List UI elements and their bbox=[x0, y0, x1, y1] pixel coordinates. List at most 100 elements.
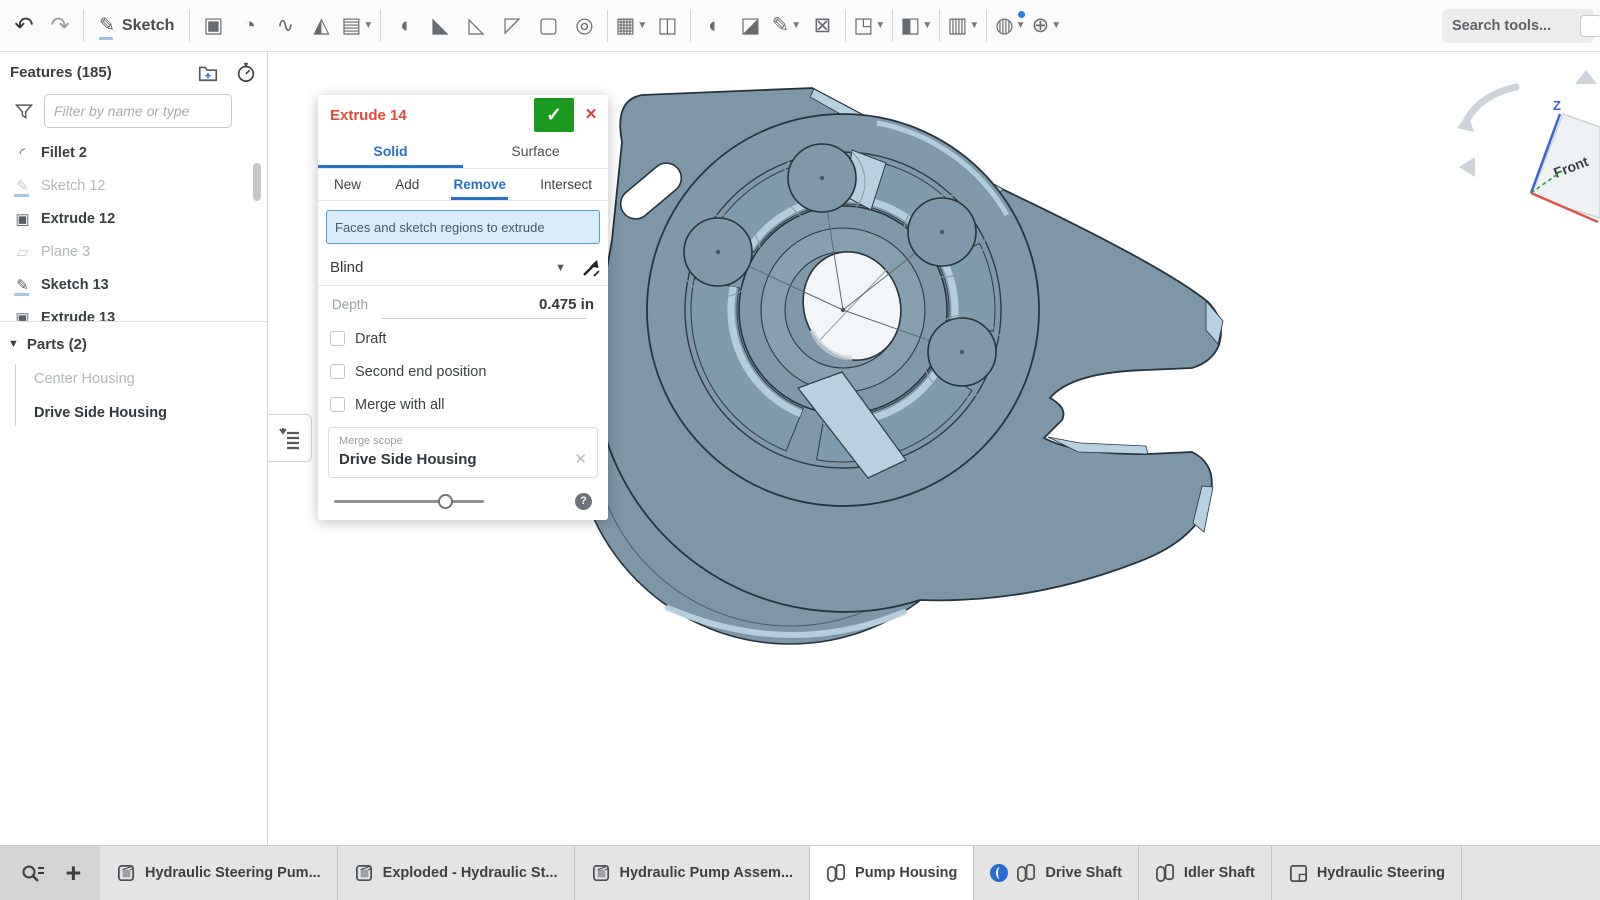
mate-connector-button[interactable]: ⊕▼ bbox=[1028, 6, 1064, 46]
search-shortcut-key bbox=[1580, 15, 1600, 37]
new-tab-button[interactable]: + bbox=[65, 860, 81, 887]
fillet-button[interactable]: ◖ bbox=[386, 6, 422, 46]
document-tab-idler-shaft[interactable]: Idler Shaft bbox=[1139, 846, 1272, 900]
document-tab-hydraulic-pump-assem-[interactable]: Hydraulic Pump Assem... bbox=[575, 846, 811, 900]
draft-button[interactable]: ◺ bbox=[458, 6, 494, 46]
thicken-button[interactable]: ▤▼ bbox=[339, 6, 375, 46]
search-tools-placeholder: Search tools... bbox=[1452, 18, 1551, 34]
feature-item-fillet-2[interactable]: ◜Fillet 2 bbox=[0, 136, 267, 169]
tab-label: Idler Shaft bbox=[1184, 865, 1255, 881]
tab-label: Hydraulic Steering bbox=[1317, 865, 1445, 881]
manage-tabs-icon[interactable] bbox=[19, 859, 47, 887]
split-button[interactable]: ◪ bbox=[732, 6, 768, 46]
add-folder-icon[interactable] bbox=[197, 61, 219, 83]
checkbox-unchecked[interactable] bbox=[330, 364, 345, 379]
tab-label: Hydraulic Pump Assem... bbox=[620, 865, 794, 881]
feature-item-plane-3[interactable]: ▱Plane 3 bbox=[0, 235, 267, 268]
delete-part-button[interactable]: ⊠ bbox=[804, 6, 840, 46]
chevron-down-icon[interactable]: ▼ bbox=[1016, 20, 1026, 31]
checkbox-draft[interactable]: Draft bbox=[318, 322, 608, 355]
part-item-drive-side-housing[interactable]: Drive Side Housing bbox=[34, 396, 267, 430]
chevron-down-icon[interactable]: ▼ bbox=[875, 20, 885, 31]
mode-intersect[interactable]: Intersect bbox=[538, 169, 594, 200]
chevron-down-icon[interactable]: ▼ bbox=[363, 20, 373, 31]
document-tab-drive-shaft[interactable]: Drive Shaft bbox=[974, 846, 1139, 900]
tab-surface[interactable]: Surface bbox=[463, 135, 608, 168]
mode-add[interactable]: Add bbox=[393, 169, 421, 200]
depth-value-input[interactable]: 0.475 in bbox=[539, 296, 594, 313]
rollback-bar-handle[interactable] bbox=[268, 414, 312, 462]
detail-slider[interactable] bbox=[334, 500, 484, 503]
faces-selection-field[interactable]: Faces and sketch regions to extrude bbox=[326, 210, 600, 244]
loft-button[interactable]: ◭ bbox=[303, 6, 339, 46]
document-tab-exploded-hydraulic-st-[interactable]: Exploded - Hydraulic St... bbox=[338, 846, 575, 900]
modify-fillet-button[interactable]: ✎▼ bbox=[768, 6, 804, 46]
shell-icon: ▢ bbox=[538, 15, 558, 36]
mode-remove[interactable]: Remove bbox=[451, 169, 508, 200]
surface-tools-button[interactable]: ◧▼ bbox=[898, 6, 934, 46]
feature-list-scrollbar[interactable] bbox=[253, 158, 261, 318]
chevron-down-icon[interactable]: ▼ bbox=[1051, 20, 1061, 31]
document-tabs-bar: + Hydraulic Steering Pum...Exploded - Hy… bbox=[0, 845, 1600, 900]
feature-item-extrude-12[interactable]: ▣Extrude 12 bbox=[0, 202, 267, 235]
part-item-center-housing[interactable]: Center Housing bbox=[34, 362, 267, 396]
slider-thumb[interactable] bbox=[438, 494, 453, 509]
shell-button[interactable]: ▢ bbox=[530, 6, 566, 46]
checkbox-second-end-position[interactable]: Second end position bbox=[318, 355, 608, 388]
checkbox-unchecked[interactable] bbox=[330, 397, 345, 412]
chamfer-icon: ◣ bbox=[432, 15, 448, 36]
document-tab-hydraulic-steering[interactable]: Hydraulic Steering bbox=[1272, 846, 1462, 900]
search-tools-box[interactable]: Search tools... bbox=[1442, 9, 1594, 43]
drawing-icon bbox=[1288, 863, 1309, 884]
checkbox-merge-with-all[interactable]: Merge with all bbox=[318, 388, 608, 421]
parts-section-header[interactable]: ▼ Parts (2) bbox=[0, 326, 267, 362]
checkbox-unchecked[interactable] bbox=[330, 331, 345, 346]
extrude-button[interactable]: ▣ bbox=[195, 6, 231, 46]
tab-solid[interactable]: Solid bbox=[318, 135, 463, 168]
chevron-down-icon[interactable]: ▼ bbox=[637, 20, 647, 31]
hole-button[interactable]: ◎ bbox=[566, 6, 602, 46]
cancel-button[interactable]: × bbox=[574, 98, 608, 132]
insert-derived-button[interactable]: ◍▼ bbox=[992, 6, 1028, 46]
tab-label: Pump Housing bbox=[855, 865, 957, 881]
feature-item-extrude-13[interactable]: ▣Extrude 13 bbox=[0, 301, 267, 322]
assembly-icon bbox=[116, 863, 137, 884]
confirm-button[interactable]: ✓ bbox=[534, 98, 574, 132]
filter-input[interactable] bbox=[44, 94, 232, 128]
pan-left-arrow-icon[interactable] bbox=[1459, 157, 1475, 177]
remove-merge-scope-icon[interactable]: ✕ bbox=[574, 450, 587, 468]
move-face-button[interactable]: ◳▼ bbox=[851, 6, 887, 46]
help-icon[interactable]: ? bbox=[575, 493, 592, 510]
chevron-down-icon[interactable]: ▼ bbox=[922, 20, 932, 31]
redo-button[interactable]: ↷ bbox=[42, 6, 78, 46]
pan-up-arrow-icon[interactable] bbox=[1575, 70, 1597, 84]
chamfer-button[interactable]: ◣ bbox=[422, 6, 458, 46]
sheet-metal-button[interactable]: ▥▼ bbox=[945, 6, 981, 46]
revolve-button[interactable]: ◔ bbox=[231, 6, 267, 46]
document-tab-pump-housing[interactable]: Pump Housing bbox=[810, 846, 974, 900]
boolean-button[interactable]: ◐ bbox=[696, 6, 732, 46]
end-condition-dropdown[interactable]: Blind ▼ bbox=[318, 250, 608, 286]
undo-button[interactable]: ↶ bbox=[6, 6, 42, 46]
document-tab-hydraulic-steering-pum-[interactable]: Hydraulic Steering Pum... bbox=[100, 846, 338, 900]
rotate-arrow-icon[interactable] bbox=[1466, 87, 1516, 122]
feature-item-sketch-12[interactable]: ✎Sketch 12 bbox=[0, 169, 267, 202]
filter-icon[interactable] bbox=[14, 101, 34, 121]
sweep-button[interactable]: ∿ bbox=[267, 6, 303, 46]
view-cube[interactable]: Front Z bbox=[1457, 70, 1600, 222]
draft-icon: ◺ bbox=[468, 15, 484, 36]
mate-connector-icon: ⊕ bbox=[1032, 15, 1050, 36]
rib-icon: ◸ bbox=[504, 15, 520, 36]
sketch-button[interactable]: ✎ Sketch bbox=[89, 6, 184, 46]
feature-item-sketch-13[interactable]: ✎Sketch 13 bbox=[0, 268, 267, 301]
mirror-button[interactable]: ◫ bbox=[649, 6, 685, 46]
scrollbar-thumb[interactable] bbox=[253, 163, 261, 201]
linear-pattern-button[interactable]: ▦▼ bbox=[613, 6, 649, 46]
stopwatch-icon[interactable] bbox=[235, 61, 257, 83]
mode-new[interactable]: New bbox=[332, 169, 363, 200]
chevron-down-icon[interactable]: ▼ bbox=[969, 20, 979, 31]
toolbar-divider bbox=[986, 10, 987, 42]
chevron-down-icon[interactable]: ▼ bbox=[791, 20, 801, 31]
rib-button[interactable]: ◸ bbox=[494, 6, 530, 46]
flip-direction-icon[interactable] bbox=[580, 257, 602, 279]
